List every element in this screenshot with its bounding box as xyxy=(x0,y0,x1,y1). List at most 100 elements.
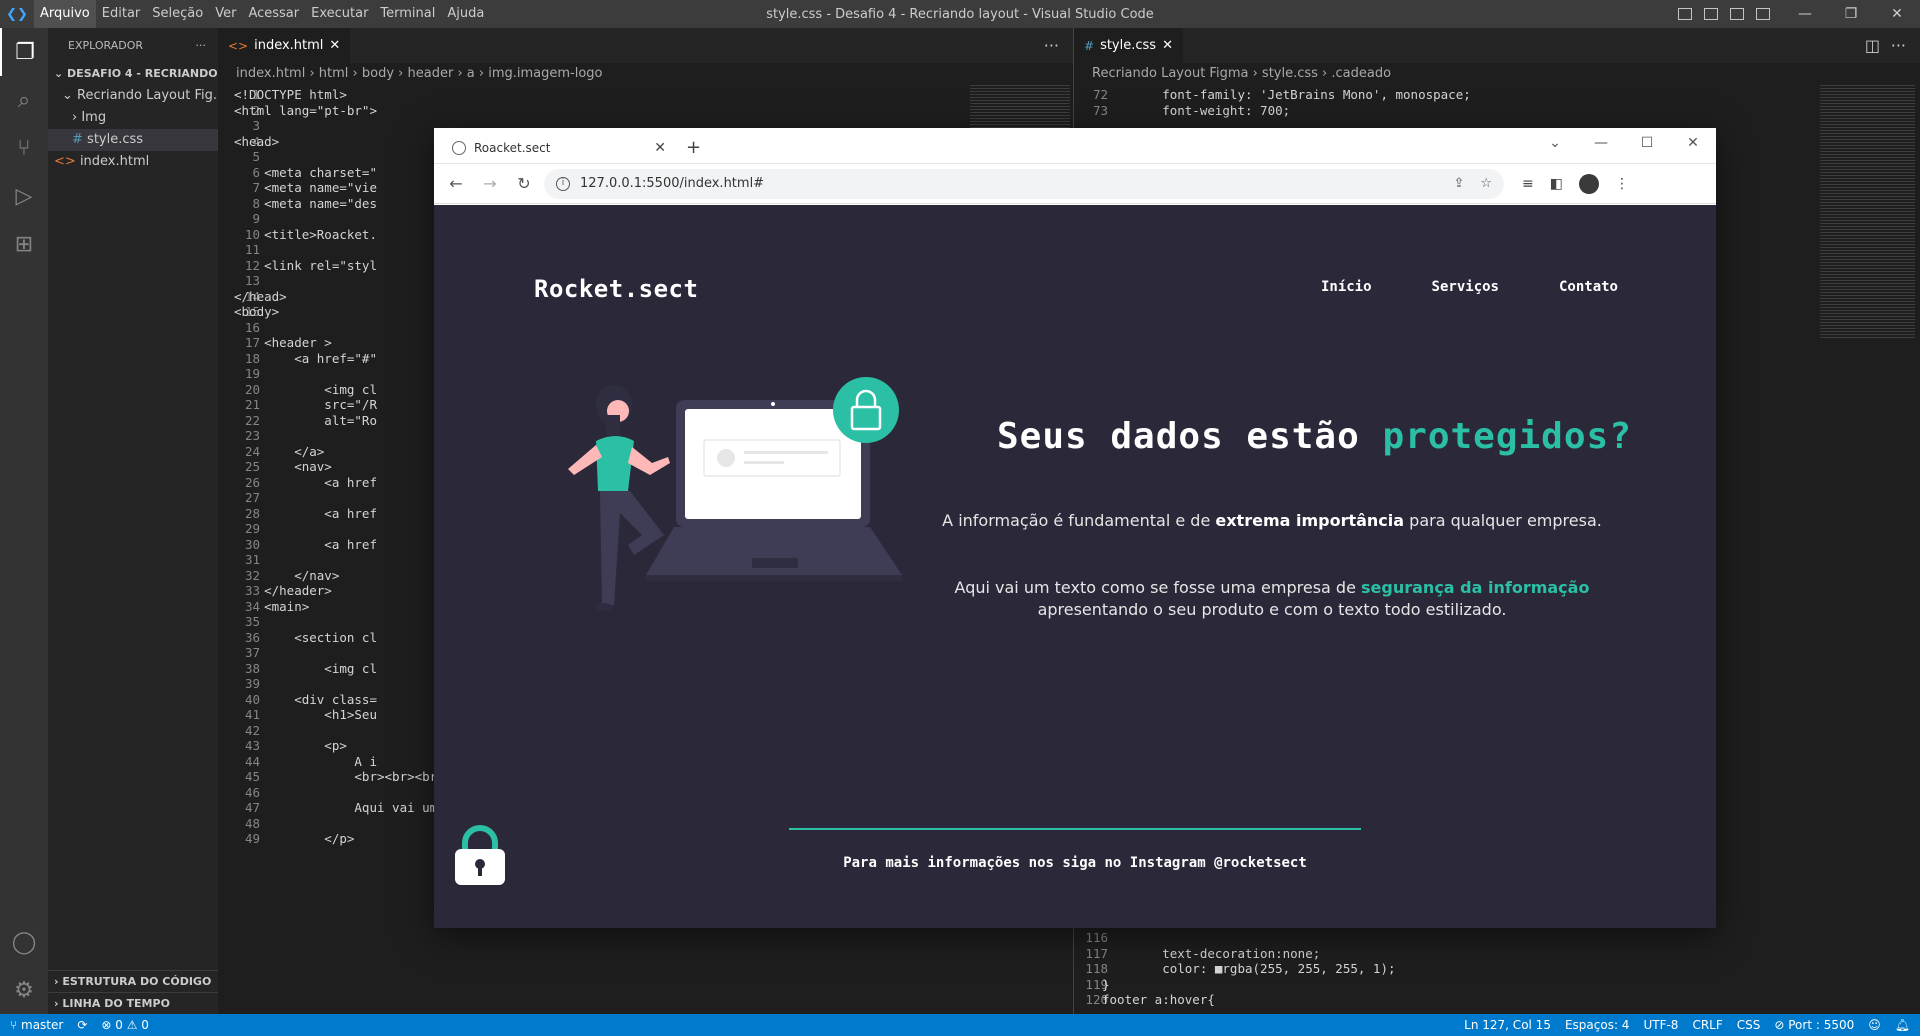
address-bar[interactable]: i 127.0.0.1:5500/index.html# ⇪ ☆ xyxy=(544,168,1504,199)
more-actions-icon[interactable]: ··· xyxy=(196,39,207,52)
breadcrumb-item-1[interactable]: style.css xyxy=(1262,66,1318,81)
browser-menu-icon[interactable]: ⋮ xyxy=(1615,176,1629,192)
file-style-css-label: style.css xyxy=(87,132,144,147)
notifications-icon[interactable]: 🔔︎ xyxy=(1895,1018,1910,1032)
code-line: <a href="#" xyxy=(234,350,377,366)
editor-more-icon[interactable]: ··· xyxy=(1891,28,1906,63)
menu-terminal[interactable]: Terminal xyxy=(374,0,441,28)
tab-search-icon[interactable]: ⌄ xyxy=(1532,128,1578,158)
tab-index-html[interactable]: <> index.html ✕ xyxy=(218,28,351,63)
feedback-icon[interactable]: ☺ xyxy=(1868,1018,1881,1032)
menu-selecao[interactable]: Seleção xyxy=(146,0,209,28)
instagram-link[interactable]: Para mais informações nos siga no Instag… xyxy=(843,855,1307,871)
minimap-right[interactable] xyxy=(1820,85,1915,340)
reading-list-icon[interactable]: ≡ xyxy=(1522,176,1534,192)
toggle-secondary-sidebar-icon[interactable] xyxy=(1730,8,1744,20)
folder-img-label: Img xyxy=(81,110,107,125)
folder-recriando-label: Recriando Layout Fig... xyxy=(77,88,218,103)
sync-icon[interactable]: ⟳ xyxy=(77,1018,87,1032)
line-number: 29 xyxy=(244,521,260,536)
breadcrumb-item-3[interactable]: header xyxy=(408,66,454,81)
search-icon[interactable]: ⌕ xyxy=(0,76,48,124)
close-tab-icon[interactable]: ✕ xyxy=(654,140,666,156)
file-style-css[interactable]: # style.css xyxy=(48,129,218,151)
restore-icon[interactable]: ❐ xyxy=(1828,0,1874,28)
line-number: 11 xyxy=(244,242,260,257)
tab-label: style.css xyxy=(1100,38,1157,53)
toggle-sidebar-icon[interactable] xyxy=(1678,8,1692,20)
close-icon[interactable]: ✕ xyxy=(1670,128,1716,158)
source-control-icon[interactable]: ⑂ xyxy=(0,124,48,172)
encoding[interactable]: UTF-8 xyxy=(1643,1018,1678,1032)
code-line: </a> xyxy=(234,443,325,459)
window-controls: — ❐ ✕ xyxy=(1782,0,1920,28)
breadcrumb-item-0[interactable]: Recriando Layout Figma xyxy=(1092,66,1248,81)
breadcrumb-item-1[interactable]: html xyxy=(319,66,349,81)
timeline-section[interactable]: › LINHA DO TEMPO xyxy=(48,992,218,1014)
profile-avatar[interactable] xyxy=(1578,173,1599,194)
folder-recriando[interactable]: ⌄ Recriando Layout Fig... xyxy=(48,85,218,107)
nav-contato[interactable]: Contato xyxy=(1559,279,1618,295)
nav-servicos[interactable]: Serviços xyxy=(1432,279,1499,295)
split-editor-icon[interactable]: ◫ xyxy=(1865,28,1880,63)
maximize-icon[interactable]: ☐ xyxy=(1624,128,1670,158)
indentation[interactable]: Espaços: 4 xyxy=(1565,1018,1630,1032)
menu-arquivo[interactable]: Arquivo xyxy=(34,0,96,28)
outline-section[interactable]: › ESTRUTURA DO CÓDIGO xyxy=(48,970,218,992)
breadcrumb-item-0[interactable]: index.html xyxy=(236,66,305,81)
close-tab-icon[interactable]: ✕ xyxy=(329,38,340,53)
close-tab-icon[interactable]: ✕ xyxy=(1162,38,1173,53)
breadcrumb-item-2[interactable]: .cadeado xyxy=(1331,66,1391,81)
outline-label: ESTRUTURA DO CÓDIGO xyxy=(62,975,212,988)
forward-icon[interactable]: → xyxy=(476,174,504,193)
account-icon[interactable]: ◯ xyxy=(0,918,48,966)
site-logo[interactable]: Rocket.sect xyxy=(534,275,698,303)
share-icon[interactable]: ⇪ xyxy=(1453,176,1464,191)
new-tab-icon[interactable]: + xyxy=(686,133,701,163)
breadcrumb-item-4[interactable]: a xyxy=(467,66,475,81)
site-info-icon[interactable]: i xyxy=(556,176,570,191)
menu-ajuda[interactable]: Ajuda xyxy=(441,0,490,28)
nav-inicio[interactable]: Início xyxy=(1321,279,1372,295)
language-mode[interactable]: CSS xyxy=(1737,1018,1761,1032)
menu-executar[interactable]: Executar xyxy=(305,0,374,28)
back-icon[interactable]: ← xyxy=(442,174,470,193)
breadcrumb-item-5[interactable]: img.imagem-logo xyxy=(488,66,602,81)
minimize-icon[interactable]: — xyxy=(1782,0,1828,28)
p1-start: A informação é fundamental e de xyxy=(942,511,1216,530)
menu-editar[interactable]: Editar xyxy=(96,0,147,28)
live-server-port[interactable]: ⊘ Port : 5500 xyxy=(1774,1018,1854,1032)
security-illustration xyxy=(568,377,902,611)
problems-indicator[interactable]: ⊗ 0 ⚠ 0 xyxy=(101,1018,149,1032)
extensions-icon[interactable]: ⊞ xyxy=(0,220,48,268)
bookmark-star-icon[interactable]: ☆ xyxy=(1480,176,1492,191)
workspace-root[interactable]: ⌄ DESAFIO 4 - RECRIANDO L... xyxy=(48,63,218,85)
browser-toolbar: ← → ↻ i 127.0.0.1:5500/index.html# ⇪ ☆ ≡… xyxy=(434,164,1716,204)
p1-end: para qualquer empresa. xyxy=(1404,511,1602,530)
explorer-icon[interactable]: ❐ xyxy=(0,28,48,76)
toggle-panel-icon[interactable] xyxy=(1704,8,1718,20)
end-of-line[interactable]: CRLF xyxy=(1692,1018,1722,1032)
cursor-position[interactable]: Ln 127, Col 15 xyxy=(1464,1018,1551,1032)
settings-gear-icon[interactable]: ⚙ xyxy=(0,966,48,1014)
p1-bold: extrema importância xyxy=(1215,511,1405,530)
breadcrumb-item-2[interactable]: body xyxy=(362,66,394,81)
menu-acessar[interactable]: Acessar xyxy=(242,0,305,28)
minimize-icon[interactable]: — xyxy=(1578,128,1624,158)
folder-img[interactable]: › Img xyxy=(48,107,218,129)
close-icon[interactable]: ✕ xyxy=(1874,0,1920,28)
editor-more-icon[interactable]: ··· xyxy=(1044,28,1059,63)
menu-ver[interactable]: Ver xyxy=(209,0,242,28)
file-index-html[interactable]: <> index.html xyxy=(48,151,218,173)
reload-icon[interactable]: ↻ xyxy=(510,174,538,193)
run-debug-icon[interactable]: ▷ xyxy=(0,172,48,220)
tab-style-css[interactable]: # style.css ✕ xyxy=(1074,28,1183,63)
side-panel-icon[interactable]: ◧ xyxy=(1550,176,1563,192)
customize-layout-icon[interactable] xyxy=(1756,8,1770,20)
browser-tab[interactable]: Roacket.sect ✕ xyxy=(442,133,676,163)
line-number: 31 xyxy=(244,552,260,567)
hero-heading-main: Seus dados estão xyxy=(997,416,1383,457)
branch-indicator[interactable]: ⑂ master xyxy=(10,1018,63,1032)
explorer-header: EXPLORADOR ··· xyxy=(48,28,218,63)
padlock-icon[interactable] xyxy=(453,825,507,887)
